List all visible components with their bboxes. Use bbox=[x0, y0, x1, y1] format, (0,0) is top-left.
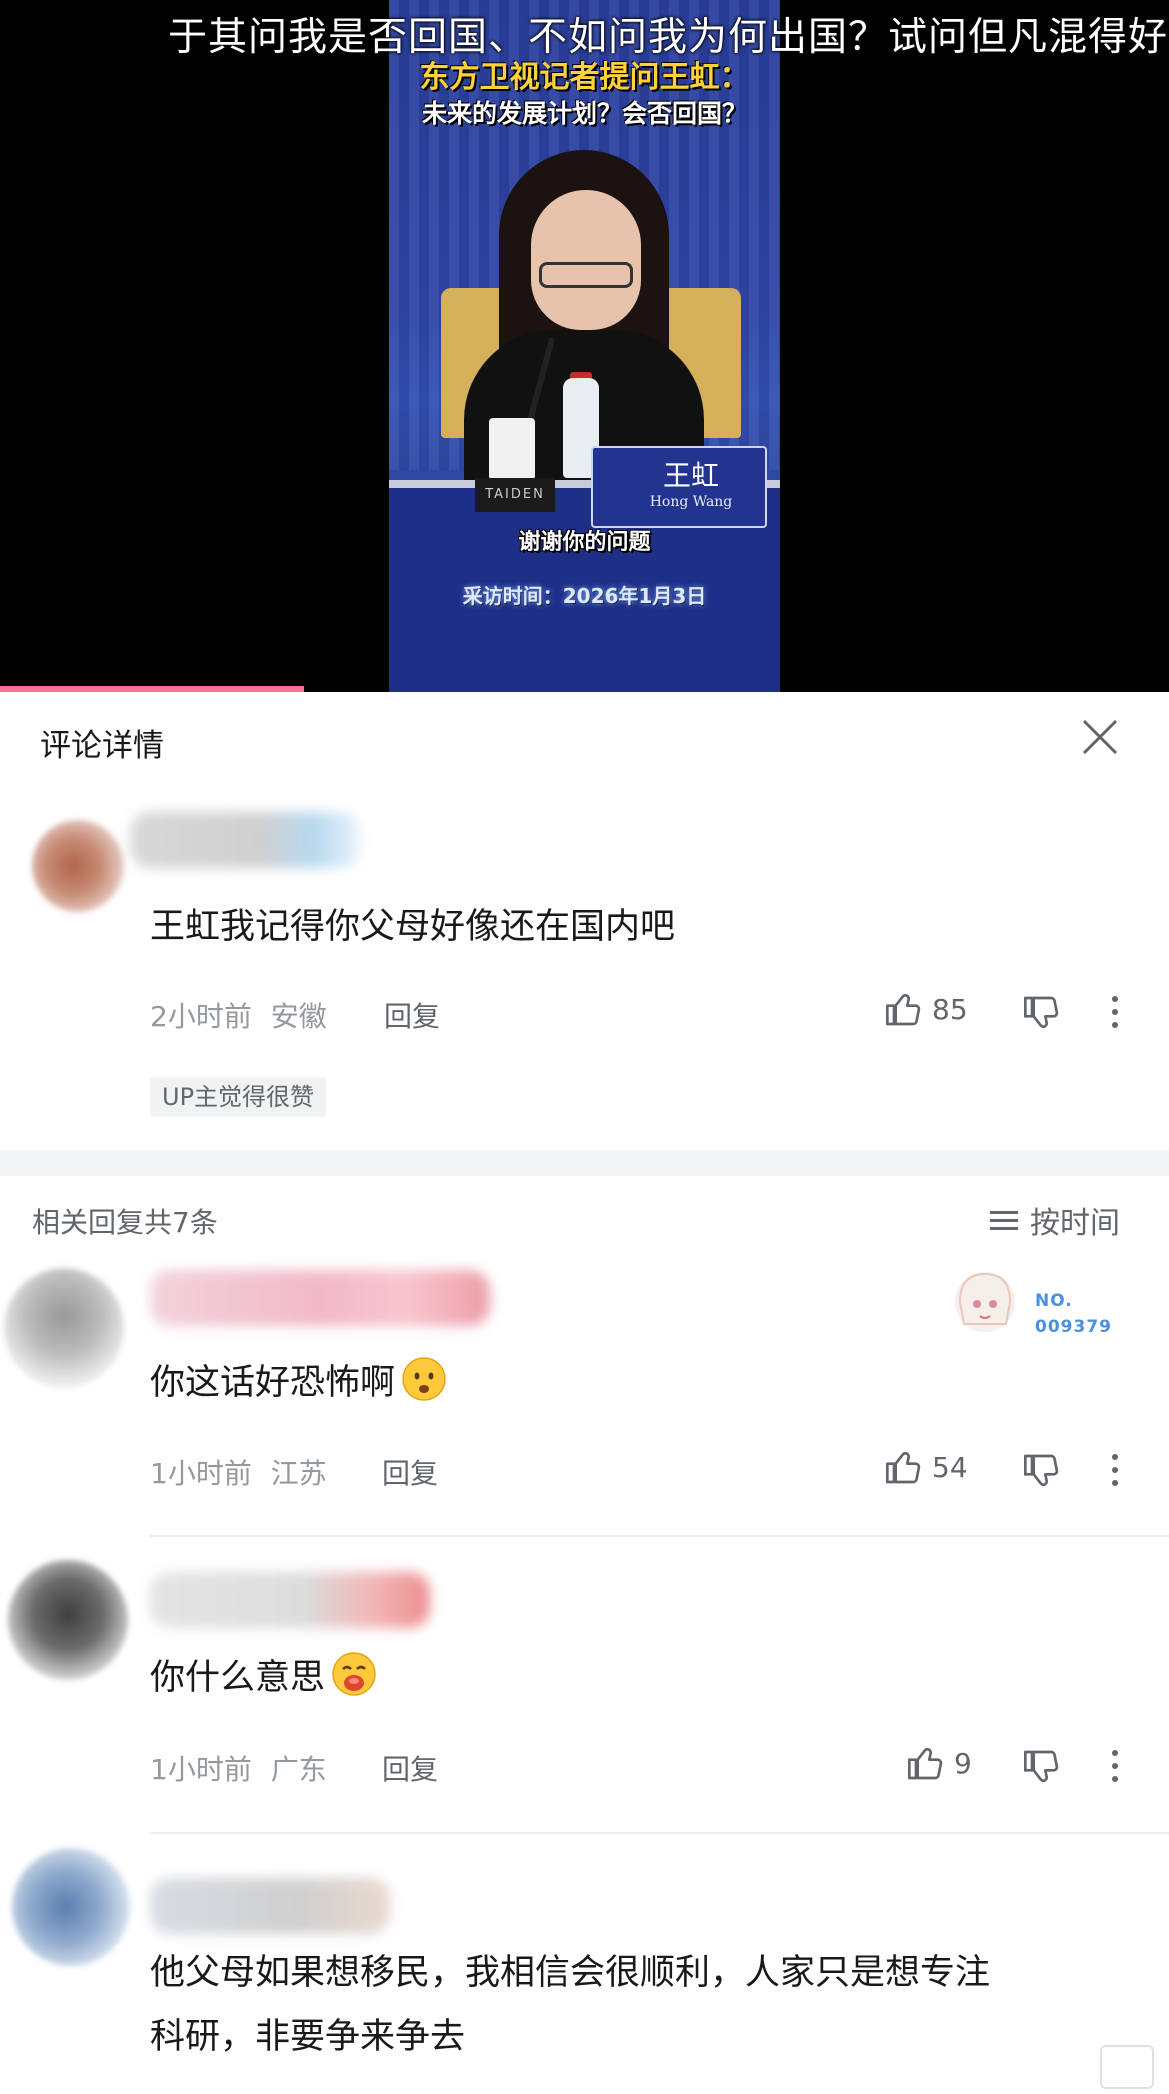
hand-over-mouth-emoji bbox=[332, 1652, 376, 1696]
panel-header bbox=[0, 692, 1169, 782]
thumbs-up-icon bbox=[886, 993, 921, 1026]
panel-title: 评论详情 bbox=[40, 728, 164, 764]
video-player[interactable]: 东方卫视记者提问王虹： 未来的发展计划？会否回国？ TAIDEN 王虹 Hong… bbox=[0, 0, 1169, 692]
like-button[interactable]: 54 bbox=[884, 1447, 968, 1487]
reply-button[interactable]: 回复 bbox=[382, 1748, 438, 1788]
video-frame: 东方卫视记者提问王虹： 未来的发展计划？会否回国？ TAIDEN 王虹 Hong… bbox=[389, 0, 780, 692]
reply-text: 你这话好恐怖啊 bbox=[150, 1355, 447, 1411]
thumbs-down-icon[interactable] bbox=[1022, 1451, 1062, 1491]
like-count: 54 bbox=[932, 1450, 968, 1484]
like-button[interactable]: 85 bbox=[884, 989, 968, 1029]
more-options-icon[interactable] bbox=[1110, 996, 1120, 1036]
like-count: 85 bbox=[932, 992, 968, 1026]
comment-location: 安徽 bbox=[270, 1000, 327, 1033]
username-blurred[interactable] bbox=[150, 1572, 430, 1628]
reply-text: 你什么意思 bbox=[150, 1650, 377, 1706]
brand-label: TAIDEN bbox=[475, 478, 555, 512]
sort-by-time-button[interactable]: 按时间 bbox=[990, 1198, 1120, 1242]
video-subtitle: 谢谢你的问题 bbox=[518, 530, 651, 555]
up-liked-badge: UP主觉得很赞 bbox=[150, 1077, 327, 1117]
glasses bbox=[539, 262, 633, 288]
more-options-icon[interactable] bbox=[1110, 1750, 1120, 1790]
avatar[interactable] bbox=[12, 1848, 130, 1966]
comment-text: 王虹我记得你父母好像还在国内吧 bbox=[150, 907, 676, 947]
interview-time: 采访时间：2026年1月3日 bbox=[462, 584, 707, 608]
cup bbox=[489, 418, 535, 480]
danmaku-comment: 于其问我是否回国、不如问我为何出国？试问但凡混得好 bbox=[168, 15, 1169, 60]
thumbs-down-icon[interactable] bbox=[1022, 993, 1062, 1033]
row-divider bbox=[150, 1832, 1169, 1834]
comment-time: 2小时前 bbox=[150, 1000, 252, 1033]
fan-badge-avatar bbox=[955, 1272, 1015, 1332]
worried-face-emoji bbox=[402, 1357, 446, 1401]
reply-location: 江苏 bbox=[270, 1457, 327, 1490]
close-icon[interactable] bbox=[1078, 715, 1122, 759]
sort-icon bbox=[990, 1206, 1018, 1235]
speaker-face bbox=[531, 190, 641, 330]
like-count: 9 bbox=[954, 1746, 972, 1780]
avatar[interactable] bbox=[8, 1560, 128, 1680]
reply-text: 他父母如果想移民，我相信会很顺利，人家只是想专注 科研，非要争来争去 bbox=[150, 1953, 991, 2057]
like-button[interactable]: 9 bbox=[906, 1743, 972, 1783]
watermark-icon bbox=[1100, 2045, 1154, 2089]
username-blurred[interactable] bbox=[150, 1878, 390, 1934]
row-divider bbox=[150, 1535, 1169, 1537]
fan-badge-number: NO. 009379 bbox=[1035, 1291, 1112, 1337]
thumbs-up-icon bbox=[908, 1747, 943, 1780]
thumbs-down-icon[interactable] bbox=[1022, 1747, 1062, 1787]
avatar[interactable] bbox=[32, 820, 124, 912]
reply-time: 1小时前 bbox=[150, 1753, 252, 1786]
section-divider bbox=[0, 1150, 1169, 1176]
nameplate-english: Hong Wang bbox=[649, 494, 733, 510]
username-blurred[interactable] bbox=[150, 1270, 490, 1326]
username-blurred[interactable] bbox=[130, 812, 360, 868]
video-overlay-subtitle: 未来的发展计划？会否回国？ bbox=[421, 99, 747, 128]
replies-count-title: 相关回复共7条 bbox=[32, 1206, 218, 1239]
sort-label: 按时间 bbox=[1030, 1206, 1120, 1241]
reply-location: 广东 bbox=[270, 1753, 327, 1786]
more-options-icon[interactable] bbox=[1110, 1454, 1120, 1494]
reply-meta: 1小时前 江苏 bbox=[150, 1452, 327, 1492]
avatar[interactable] bbox=[4, 1268, 124, 1388]
comment-meta: 2小时前 安徽 bbox=[150, 995, 327, 1035]
reply-meta: 1小时前 广东 bbox=[150, 1748, 327, 1788]
reply-time: 1小时前 bbox=[150, 1457, 252, 1490]
reply-button[interactable]: 回复 bbox=[384, 995, 440, 1035]
reply-button[interactable]: 回复 bbox=[382, 1452, 438, 1492]
nameplate-name: 王虹 bbox=[662, 459, 719, 492]
thumbs-up-icon bbox=[886, 1451, 921, 1484]
